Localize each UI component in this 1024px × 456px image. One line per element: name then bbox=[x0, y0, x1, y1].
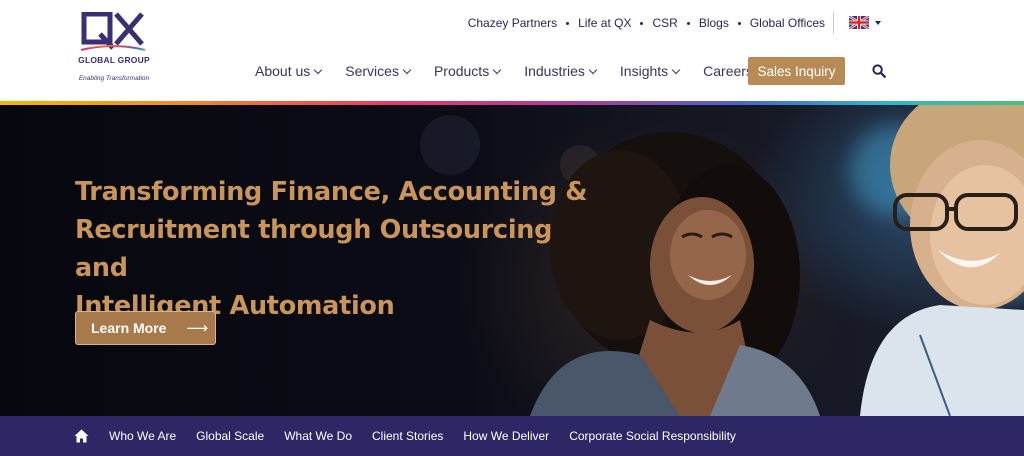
hero-headline-line: Recruitment through Outsourcing and bbox=[75, 215, 553, 283]
logo-tagline: Enabling Transformation bbox=[78, 75, 150, 82]
topnav-link-csr[interactable]: CSR bbox=[652, 16, 677, 30]
chevron-down-icon bbox=[588, 65, 598, 74]
nav-label: Insights bbox=[619, 63, 669, 79]
chevron-down-icon bbox=[875, 20, 881, 25]
search-icon[interactable] bbox=[872, 64, 886, 78]
main-nav: About us Services Products Industries In… bbox=[255, 60, 777, 82]
chevron-down-icon bbox=[492, 65, 502, 74]
subnav-client-stories[interactable]: Client Stories bbox=[372, 429, 443, 443]
section-subnav: Who We Are Global Scale What We Do Clien… bbox=[0, 416, 1024, 456]
qx-logo-mark-icon bbox=[80, 12, 146, 51]
separator-dot bbox=[640, 21, 644, 25]
separator-dot bbox=[566, 21, 570, 25]
sales-inquiry-button[interactable]: Sales Inquiry bbox=[748, 57, 845, 85]
nav-label: Services bbox=[345, 63, 399, 79]
uk-flag-icon bbox=[849, 16, 869, 29]
subnav-global-scale[interactable]: Global Scale bbox=[196, 429, 264, 443]
topnav-link-blogs[interactable]: Blogs bbox=[699, 16, 729, 30]
learn-more-button[interactable]: Learn More ⟶ bbox=[75, 311, 216, 345]
subnav-how-we-deliver[interactable]: How We Deliver bbox=[463, 429, 549, 443]
nav-label: About us bbox=[255, 63, 311, 79]
nav-careers[interactable]: Careers bbox=[703, 63, 753, 79]
top-utility-nav: Chazey Partners Life at QX CSR Blogs Glo… bbox=[468, 15, 825, 31]
logo-group-text: GLOBAL GROUP bbox=[78, 55, 150, 65]
subnav-who-we-are[interactable]: Who We Are bbox=[109, 429, 176, 443]
chevron-down-icon bbox=[314, 65, 323, 74]
nav-services[interactable]: Services bbox=[345, 63, 412, 79]
subnav-csr[interactable]: Corporate Social Responsibility bbox=[569, 429, 736, 443]
nav-products[interactable]: Products bbox=[433, 63, 502, 79]
divider bbox=[833, 12, 834, 34]
separator-dot bbox=[686, 21, 690, 25]
topnav-link-chazey-partners[interactable]: Chazey Partners bbox=[468, 16, 557, 30]
nav-insights[interactable]: Insights bbox=[619, 63, 681, 79]
nav-industries[interactable]: Industries bbox=[524, 63, 598, 79]
woman-with-glasses-photo bbox=[860, 105, 1024, 416]
qx-logo[interactable]: GLOBAL GROUP Enabling Transformation bbox=[74, 10, 154, 88]
language-selector[interactable] bbox=[849, 16, 881, 29]
separator-dot bbox=[737, 21, 741, 25]
learn-more-label: Learn More bbox=[91, 320, 167, 336]
hero-headline: Transforming Finance, Accounting & Recru… bbox=[75, 173, 595, 325]
subnav-what-we-do[interactable]: What We Do bbox=[284, 429, 352, 443]
arrow-right-icon: ⟶ bbox=[186, 320, 208, 337]
nav-label: Industries bbox=[524, 63, 585, 79]
topnav-link-life-at-qx[interactable]: Life at QX bbox=[578, 16, 631, 30]
hero-headline-line: Transforming Finance, Accounting & bbox=[75, 177, 588, 207]
nav-label: Careers bbox=[703, 63, 753, 79]
nav-about-us[interactable]: About us bbox=[255, 63, 323, 79]
chevron-down-icon bbox=[402, 65, 412, 74]
hero-banner: Transforming Finance, Accounting & Recru… bbox=[0, 105, 1024, 416]
chevron-down-icon bbox=[671, 65, 681, 74]
home-icon[interactable] bbox=[74, 429, 89, 443]
site-header: GLOBAL GROUP Enabling Transformation Cha… bbox=[0, 0, 1024, 101]
topnav-link-global-offices[interactable]: Global Offices bbox=[750, 16, 825, 30]
nav-label: Products bbox=[433, 63, 490, 79]
